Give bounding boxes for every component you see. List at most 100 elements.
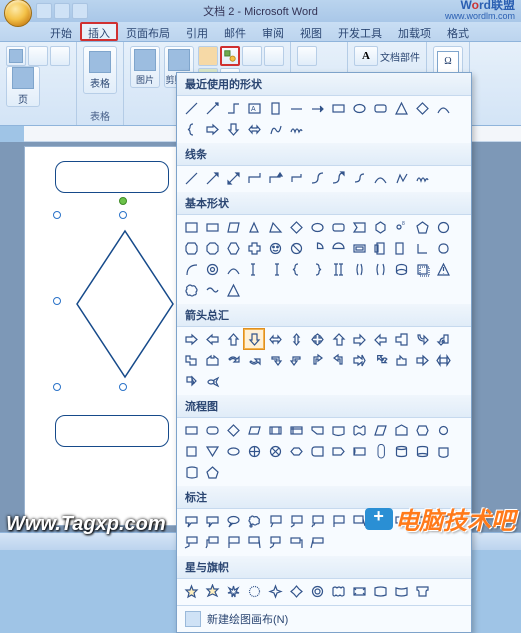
line-curve2[interactable] [328,168,348,188]
line-freeform[interactable] [391,168,411,188]
arrow-shape-17[interactable] [265,350,285,370]
handle-sw[interactable] [53,383,61,391]
basic-shape-25[interactable] [433,238,453,258]
arrow-shape-7[interactable] [328,329,348,349]
flowchart-shape-4[interactable] [265,420,285,440]
page-canvas[interactable] [24,146,192,526]
textbox-button[interactable]: A [354,46,378,66]
callout-shape-4[interactable] [265,511,285,531]
star-shape-6[interactable] [307,581,327,601]
basic-shape-22[interactable] [370,238,390,258]
flowchart-shape-7[interactable] [328,420,348,440]
star-shape-1[interactable] [202,581,222,601]
arrow-shape-12[interactable] [433,329,453,349]
basic-shape-9[interactable] [370,217,390,237]
callout-shape-0[interactable] [181,511,201,531]
blank-page-button[interactable] [28,46,48,66]
basic-shape-41[interactable] [223,280,243,300]
basic-shape-21[interactable] [349,238,369,258]
basic-shape-27[interactable] [202,259,222,279]
line-curve1[interactable] [307,168,327,188]
flowchart-shape-15[interactable] [223,441,243,461]
basic-shape-17[interactable] [265,238,285,258]
basic-shape-16[interactable] [244,238,264,258]
flowchart-shape-20[interactable] [328,441,348,461]
tab-mailings[interactable]: 邮件 [216,22,254,41]
handle-nw[interactable] [53,211,61,219]
line-arrow[interactable] [202,168,222,188]
flowchart-shape-21[interactable] [349,441,369,461]
flowchart-shape-10[interactable] [391,420,411,440]
callout-shape-13[interactable] [181,532,201,552]
arrow-shape-24[interactable] [412,350,432,370]
arrow-shape-15[interactable] [223,350,243,370]
basic-shape-28[interactable] [223,259,243,279]
callout-shape-5[interactable] [286,511,306,531]
basic-shape-14[interactable] [202,238,222,258]
qat-redo-icon[interactable] [72,3,88,19]
arrow-shape-3[interactable] [244,329,264,349]
flowchart-shape-11[interactable] [412,420,432,440]
basic-shape-2[interactable] [223,217,243,237]
basic-shape-34[interactable] [349,259,369,279]
flowchart-shape-25[interactable] [433,441,453,461]
shape-scribble[interactable] [286,119,306,139]
line-curve3[interactable] [349,168,369,188]
shape-line2[interactable] [286,98,306,118]
flowchart-shape-0[interactable] [181,420,201,440]
smartart-button[interactable] [242,46,262,66]
basic-shape-8[interactable] [349,217,369,237]
tab-layout[interactable]: 页面布局 [118,22,178,41]
shape-rightarr[interactable] [202,119,222,139]
shape-textbox[interactable]: A [244,98,264,118]
shapes-dropdown-button[interactable] [220,46,240,66]
flowchart-shape-19[interactable] [307,441,327,461]
callout-shape-16[interactable] [244,532,264,552]
basic-shape-40[interactable] [202,280,222,300]
arrow-shape-22[interactable] [370,350,390,370]
basic-shape-18[interactable] [286,238,306,258]
header-button[interactable] [297,46,317,66]
arrow-shape-18[interactable] [286,350,306,370]
shape-vtextbox[interactable] [265,98,285,118]
shape-diamond[interactable] [75,229,175,379]
shape-elbow[interactable] [223,98,243,118]
page-break-button[interactable] [50,46,70,66]
arrow-shape-27[interactable] [202,371,222,391]
star-shape-0[interactable] [181,581,201,601]
star-shape-10[interactable] [391,581,411,601]
basic-shape-0[interactable] [181,217,201,237]
arrow-shape-0[interactable] [181,329,201,349]
basic-shape-38[interactable] [433,259,453,279]
shape-line[interactable] [181,98,201,118]
shape-triangle[interactable] [391,98,411,118]
flowchart-shape-14[interactable] [202,441,222,461]
page-button[interactable]: 页 [6,66,40,107]
shape-curve[interactable] [433,98,453,118]
flowchart-shape-24[interactable] [412,441,432,461]
line-curved[interactable] [370,168,390,188]
callout-shape-7[interactable] [328,511,348,531]
arrow-shape-16[interactable] [244,350,264,370]
arrow-shape-23[interactable] [391,350,411,370]
arrow-shape-26[interactable] [181,371,201,391]
shape-roundrect[interactable] [370,98,390,118]
callout-shape-19[interactable] [307,532,327,552]
callout-shape-1[interactable] [202,511,222,531]
basic-shape-13[interactable] [181,238,201,258]
basic-shape-32[interactable] [307,259,327,279]
flowchart-shape-3[interactable] [244,420,264,440]
star-shape-8[interactable] [349,581,369,601]
tab-developer[interactable]: 开发工具 [330,22,390,41]
tab-insert[interactable]: 插入 [80,22,118,41]
basic-shape-20[interactable] [328,238,348,258]
line-dblarrow[interactable] [223,168,243,188]
handle-w[interactable] [53,297,61,305]
flowchart-shape-26[interactable] [181,462,201,482]
arrow-shape-19[interactable] [307,350,327,370]
flowchart-shape-6[interactable] [307,420,327,440]
flowchart-shape-9[interactable] [370,420,390,440]
qat-save-icon[interactable] [36,3,52,19]
basic-shape-39[interactable] [181,280,201,300]
callout-shape-2[interactable] [223,511,243,531]
